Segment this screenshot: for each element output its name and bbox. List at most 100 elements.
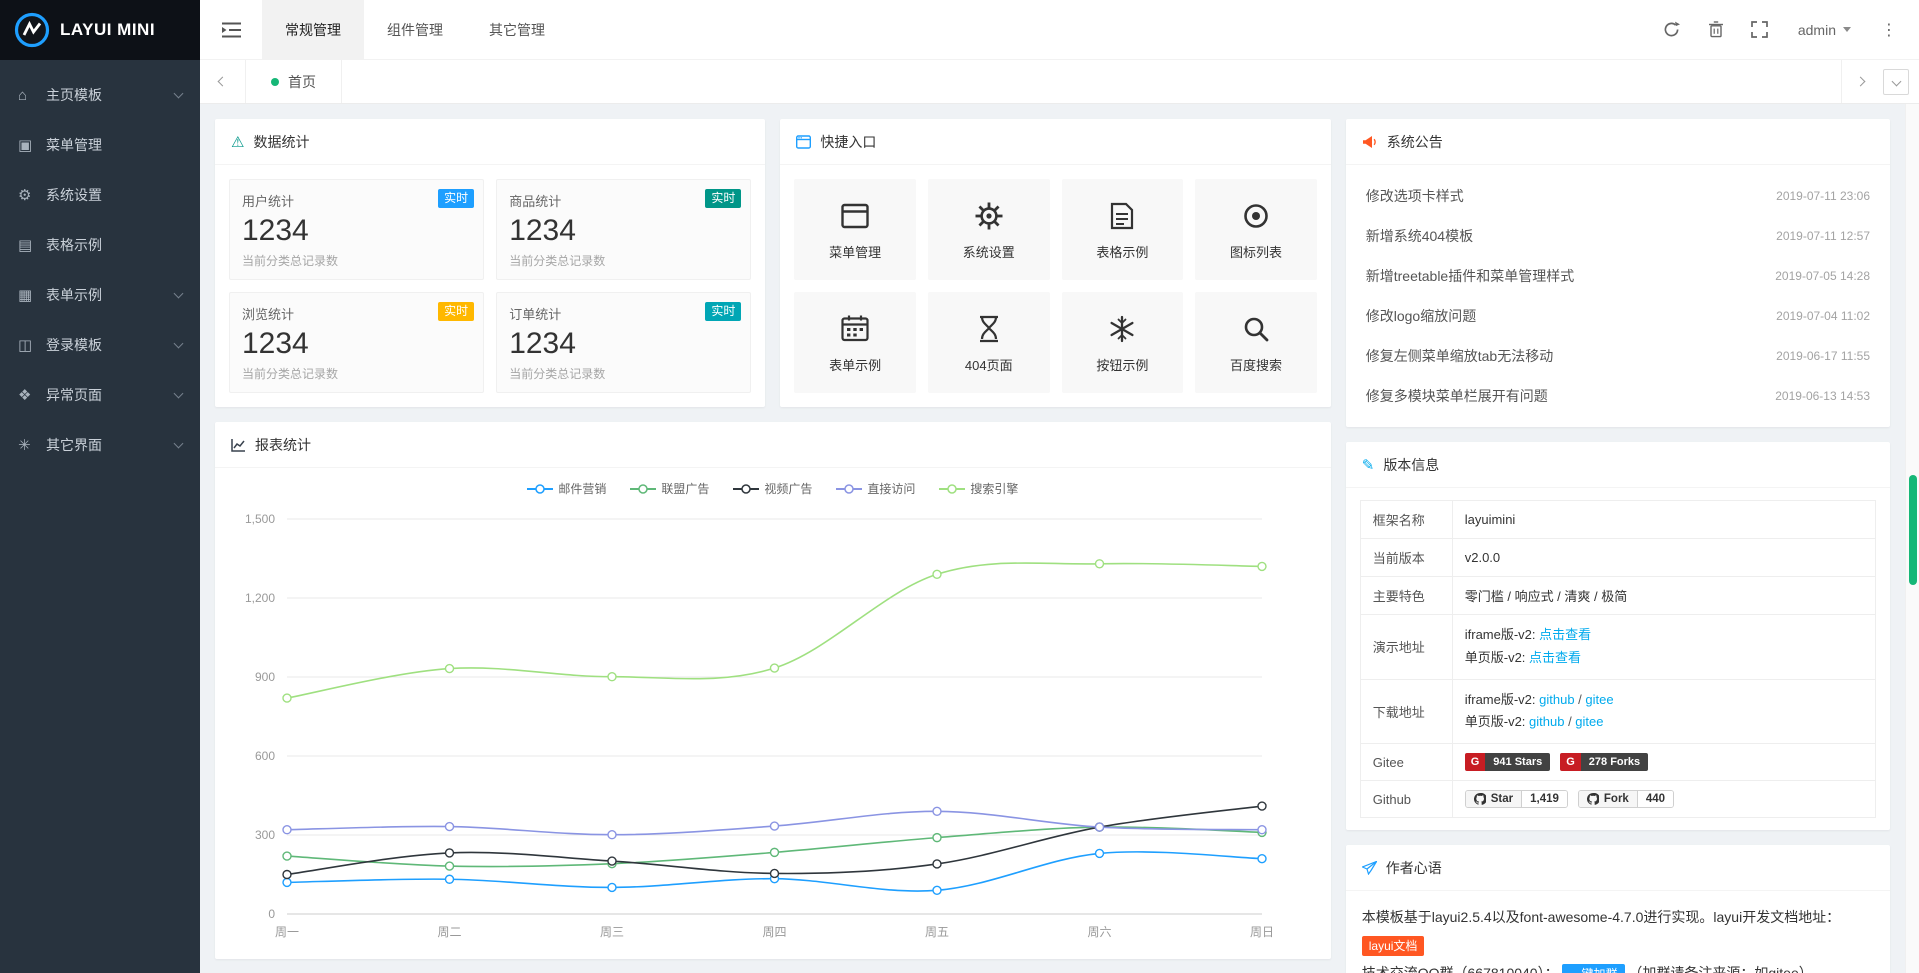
user-menu[interactable]: admin (1782, 22, 1867, 38)
layui-doc-badge[interactable]: layui文档 (1362, 936, 1425, 956)
misc-icon: ✳ (18, 436, 44, 454)
legend-item[interactable]: 搜索引擎 (939, 480, 1018, 497)
scrollbar-track[interactable] (1905, 104, 1919, 973)
panel-header: 报表统计 (215, 422, 1331, 468)
brand-logo-icon (14, 12, 50, 48)
announcement-date: 2019-06-17 11:55 (1776, 349, 1870, 363)
scrollbar-thumb[interactable] (1909, 475, 1917, 585)
stat-card-desc: 当前分类总记录数 (242, 365, 471, 382)
header-tab[interactable]: 其它管理 (466, 0, 568, 59)
announcement-item[interactable]: 新增系统404模板2019-07-11 12:57 (1364, 216, 1872, 256)
stat-card: 订单统计1234当前分类总记录数实时 (496, 292, 751, 393)
stat-card-title: 商品统计 (509, 191, 738, 210)
github-icon (1474, 793, 1486, 805)
version-row-label: 主要特色 (1360, 577, 1452, 615)
quick-entry-item[interactable]: 百度搜索 (1195, 292, 1317, 393)
announcement-text: 修改logo缩放问题 (1366, 306, 1476, 326)
join-qq-group-badge[interactable]: 一键加群 (1562, 964, 1624, 973)
panel-title: 作者心语 (1386, 858, 1442, 878)
panel-quick-entry: 快捷入口 菜单管理系统设置表格示例图标列表表单示例404页面按钮示例百度搜索 (780, 119, 1330, 407)
github-badge[interactable]: Fork440 (1578, 790, 1674, 808)
announcement-item[interactable]: 修复左侧菜单缩放tab无法移动2019-06-17 11:55 (1364, 336, 1872, 376)
header-tab[interactable]: 常规管理 (262, 0, 364, 59)
quick-entry-item[interactable]: 图标列表 (1195, 179, 1317, 280)
sidebar-item[interactable]: ▣菜单管理 (0, 120, 200, 170)
quick-entry-item[interactable]: 404页面 (928, 292, 1050, 393)
hourglass-icon (976, 312, 1002, 346)
refresh-button[interactable] (1650, 0, 1694, 60)
stat-card-title: 用户统计 (242, 191, 471, 210)
legend-item[interactable]: 邮件营销 (527, 480, 606, 497)
panel-title: 系统公告 (1387, 132, 1443, 152)
quick-entry-item[interactable]: 表单示例 (794, 292, 916, 393)
realtime-badge: 实时 (438, 302, 474, 321)
page-tab-label: 首页 (288, 72, 316, 92)
external-link[interactable]: gitee (1585, 692, 1613, 707)
gitee-badge[interactable]: G941 Stars (1465, 753, 1551, 771)
sidebar-item[interactable]: ⌂主页模板 (0, 70, 200, 120)
gears-icon (975, 199, 1003, 233)
external-link[interactable]: github (1529, 714, 1564, 729)
gitee-badge[interactable]: G278 Forks (1560, 753, 1648, 771)
clear-cache-button[interactable] (1694, 0, 1738, 60)
quick-entry-item[interactable]: 菜单管理 (794, 179, 916, 280)
version-row-label: Gitee (1360, 744, 1452, 781)
legend-marker-icon (630, 483, 656, 495)
sidebar-item[interactable]: ⚙系统设置 (0, 170, 200, 220)
announcement-text: 新增系统404模板 (1366, 226, 1473, 246)
side-column: 系统公告 修改选项卡样式2019-07-11 23:06新增系统404模板201… (1346, 119, 1890, 973)
chevron-down-icon (1891, 77, 1901, 87)
sidebar-item[interactable]: ❖异常页面 (0, 370, 200, 420)
external-link[interactable]: github (1539, 692, 1574, 707)
tab-options-button[interactable] (1883, 69, 1909, 95)
page-tab[interactable]: 首页 (246, 60, 342, 103)
sidebar: LAYUI MINI ⌂主页模板▣菜单管理⚙系统设置▤表格示例▦表单示例◫登录模… (0, 0, 200, 973)
window-icon (841, 199, 869, 233)
stat-card-title: 订单统计 (509, 304, 738, 323)
sidebar-item[interactable]: ▤表格示例 (0, 220, 200, 270)
gears-icon: ⚙ (18, 186, 44, 204)
quick-entry-item[interactable]: 按钮示例 (1062, 292, 1184, 393)
author-line-2: 技术交流QQ群（667810040）： 一键加群 （加群请备注来源：如gitee… (1362, 959, 1874, 973)
legend-label: 邮件营销 (558, 480, 606, 497)
gitee-logo-icon: G (1560, 753, 1581, 771)
announcement-item[interactable]: 新增treetable插件和菜单管理样式2019-07-05 14:28 (1364, 256, 1872, 296)
svg-text:周三: 周三 (600, 925, 624, 939)
panel-version: ✎ 版本信息 框架名称layuimini当前版本v2.0.0主要特色零门槛 / … (1346, 442, 1890, 830)
sidebar-toggle-button[interactable] (200, 0, 262, 59)
file-icon: ▤ (18, 236, 44, 254)
sidebar-item[interactable]: ◫登录模板 (0, 320, 200, 370)
stat-cards: 用户统计1234当前分类总记录数实时商品统计1234当前分类总记录数实时浏览统计… (229, 179, 751, 393)
gitee-badge-label: 278 Forks (1581, 753, 1648, 771)
chevron-down-icon (174, 339, 184, 349)
announcement-item[interactable]: 修复多模块菜单栏展开有问题2019-06-13 14:53 (1364, 376, 1872, 416)
version-row-value: v2.0.0 (1452, 539, 1875, 577)
svg-text:周日: 周日 (1250, 925, 1274, 939)
quick-entry-item[interactable]: 系统设置 (928, 179, 1050, 280)
legend-item[interactable]: 联盟广告 (630, 480, 709, 497)
brand[interactable]: LAYUI MINI (0, 0, 200, 60)
header-tab[interactable]: 组件管理 (364, 0, 466, 59)
legend-item[interactable]: 直接访问 (836, 480, 915, 497)
sidebar-item[interactable]: ▦表单示例 (0, 270, 200, 320)
external-link[interactable]: 点击查看 (1539, 627, 1591, 642)
brand-title: LAYUI MINI (60, 20, 155, 40)
chevron-down-icon (174, 439, 184, 449)
tab-scroll-left-button[interactable] (200, 60, 246, 103)
more-menu-button[interactable]: ⋮ (1867, 0, 1911, 60)
tab-scroll-right-button[interactable] (1841, 60, 1879, 103)
sidebar-item[interactable]: ✳其它界面 (0, 420, 200, 470)
announcement-item[interactable]: 修改选项卡样式2019-07-11 23:06 (1364, 176, 1872, 216)
svg-text:1,500: 1,500 (245, 512, 275, 526)
announcement-item[interactable]: 修改logo缩放问题2019-07-04 11:02 (1364, 296, 1872, 336)
sidebar-menu: ⌂主页模板▣菜单管理⚙系统设置▤表格示例▦表单示例◫登录模板❖异常页面✳其它界面 (0, 60, 200, 470)
panel-report: 报表统计 邮件营销联盟广告视频广告直接访问搜索引擎 03006009001,20… (215, 422, 1331, 959)
header-nav: 常规管理组件管理其它管理 (262, 0, 568, 59)
legend-item[interactable]: 视频广告 (733, 480, 812, 497)
external-link[interactable]: gitee (1575, 714, 1603, 729)
github-badge[interactable]: Star1,419 (1465, 790, 1568, 808)
fullscreen-button[interactable] (1738, 0, 1782, 60)
quick-entry-item[interactable]: 表格示例 (1062, 179, 1184, 280)
legend-label: 搜索引擎 (970, 480, 1018, 497)
external-link[interactable]: 点击查看 (1529, 650, 1581, 665)
